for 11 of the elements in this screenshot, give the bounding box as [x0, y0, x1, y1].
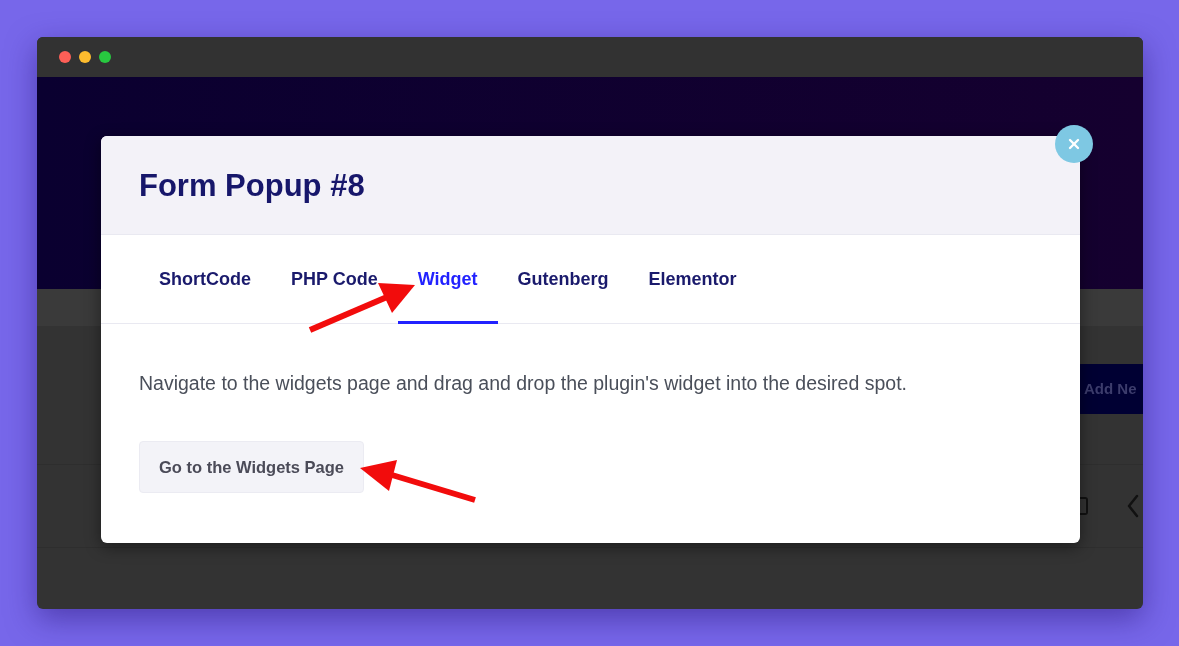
tab[interactable]: Elementor [628, 235, 757, 324]
window-control-icon[interactable] [99, 51, 111, 63]
close-icon [1066, 136, 1082, 152]
window-control-icon[interactable] [79, 51, 91, 63]
tab[interactable]: ShortCode [139, 235, 271, 324]
description-text: Navigate to the widgets page and drag and drop the plugin's widget into the desired spot. [139, 371, 908, 396]
window-control-icon[interactable] [59, 51, 71, 63]
modal-title: Form Popup #8 [139, 166, 365, 205]
go-to-widgets-button[interactable]: Go to the Widgets Page [139, 441, 365, 493]
tab[interactable]: PHP Code [271, 235, 398, 324]
tab[interactable]: Gutenberg [497, 235, 629, 324]
